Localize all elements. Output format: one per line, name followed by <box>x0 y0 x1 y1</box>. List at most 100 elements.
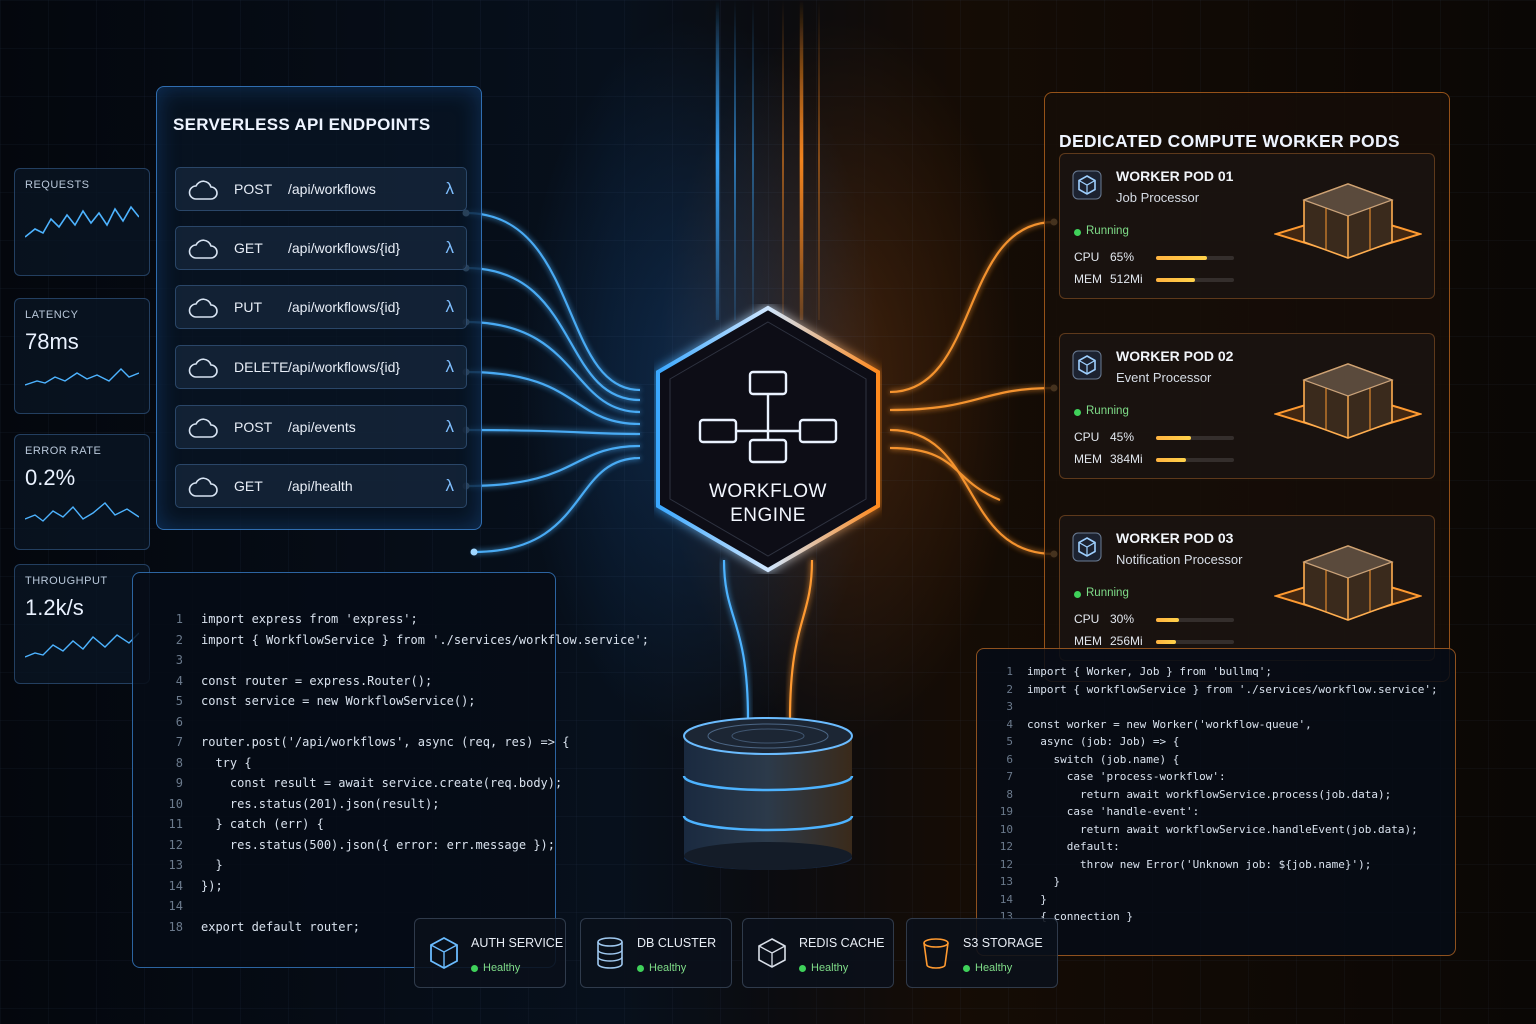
code-line: 4 const router = express.Router(); <box>147 671 547 692</box>
lambda-icon: λ <box>445 357 455 376</box>
worker-pod-card[interactable]: WORKER POD 03 Notification Processor Runni… <box>1059 515 1435 661</box>
mem-value: 384Mi <box>1110 452 1143 466</box>
endpoint-path: /api/workflows <box>288 181 376 197</box>
status-dot <box>1074 591 1081 598</box>
code-line: 2 import { workflowService } from './serv… <box>987 681 1447 699</box>
line-number: 13 <box>168 858 183 872</box>
code-text: async (job: Job) => { <box>1027 735 1180 748</box>
mem-bar-fill <box>1156 640 1176 644</box>
endpoint-row[interactable]: GET/api/workflows/{id} λ <box>175 226 467 270</box>
cpu-value: 45% <box>1110 430 1135 444</box>
code-text: res.status(500).json({ error: err.messag… <box>201 837 556 852</box>
endpoint-path: /api/workflows/{id} <box>288 299 401 315</box>
service-badge[interactable]: REDIS CACHE Healthy <box>742 918 894 988</box>
line-number: 12 <box>168 837 183 852</box>
pod-title: WORKER POD 02 <box>1116 348 1234 364</box>
service-badge[interactable]: DB CLUSTER Healthy <box>580 918 732 988</box>
code-line: 12 default: <box>987 838 1447 856</box>
code-text: import { workflowService } from './servi… <box>1027 682 1438 696</box>
code-text: switch (job.name) { <box>1027 752 1180 766</box>
endpoint-path: /api/events <box>288 419 356 435</box>
status-dot <box>1074 409 1081 416</box>
endpoint-path: /api/workflows/{id} <box>288 359 401 375</box>
code-line: 1 import { Worker, Job } from 'bullmq'; <box>987 663 1447 681</box>
worker-pod-card[interactable]: WORKER POD 02 Event Processor Running CPU 45… <box>1059 333 1435 479</box>
engine-label-line1: WORKFLOW <box>709 481 827 502</box>
endpoint-method: DELETE <box>234 359 289 375</box>
code-text: export default router; <box>201 919 360 934</box>
status-dot <box>637 965 644 972</box>
endpoint-row[interactable]: DELETE/api/workflows/{id} λ <box>175 345 467 389</box>
database-icon <box>595 936 625 970</box>
code-line: 19 case 'handle-event': <box>987 803 1447 821</box>
code-text: }); <box>201 878 223 893</box>
cpu-bar-fill <box>1156 436 1192 440</box>
cpu-bar-fill <box>1156 256 1207 260</box>
mem-value: 512Mi <box>1110 272 1143 286</box>
worker-pods-title: DEDICATED COMPUTE WORKER PODS <box>1059 131 1400 151</box>
pod-title: WORKER POD 03 <box>1116 530 1234 546</box>
workflow-engine-node[interactable] <box>654 304 882 574</box>
service-badge[interactable]: S3 STORAGE Healthy <box>906 918 1058 988</box>
lambda-icon: λ <box>445 179 455 198</box>
line-number: 14 <box>999 892 1013 906</box>
endpoint-row[interactable]: POST/api/events λ <box>175 405 467 449</box>
line-number: 4 <box>175 673 183 688</box>
code-line: 13 } <box>147 855 547 876</box>
metric-latency: LATENCY 78ms <box>14 298 150 414</box>
code-line: 14}); <box>147 876 547 897</box>
code-text: import { Worker, Job } from 'bullmq'; <box>1027 665 1273 678</box>
endpoint-row[interactable]: POST/api/workflows λ <box>175 167 467 211</box>
cpu-bar-fill <box>1156 618 1180 622</box>
code-text: default: <box>1027 840 1120 853</box>
server-cube-icon <box>1272 350 1424 462</box>
code-line: 8 return await workflowService.process(j… <box>987 786 1447 804</box>
line-number: 2 <box>175 632 183 647</box>
line-number: 8 <box>1006 787 1013 801</box>
mem-label: MEM <box>1074 634 1102 648</box>
code-line: 10 return await workflowService.handleEv… <box>987 821 1447 839</box>
code-line: 4 const worker = new Worker('workflow-que… <box>987 716 1447 734</box>
line-number: 11 <box>168 817 183 831</box>
code-line: 13 } <box>987 873 1447 891</box>
line-number: 7 <box>1006 770 1013 783</box>
redis-icon <box>757 936 787 970</box>
lambda-icon: λ <box>445 476 455 495</box>
mem-label: MEM <box>1074 272 1102 286</box>
line-number: 19 <box>999 805 1013 818</box>
serverless-panel: SERVERLESS API ENDPOINTS POST/api/workfl… <box>156 86 482 530</box>
code-line: 11 } catch (err) { <box>147 814 547 835</box>
line-number: 2 <box>1006 682 1013 696</box>
worker-pod-card[interactable]: WORKER POD 01 Job Processor Running CPU 65% M… <box>1059 153 1435 299</box>
metric-throughput: THROUGHPUT 1.2k/s <box>14 564 150 684</box>
pod-icon <box>1072 170 1102 200</box>
service-badge[interactable]: AUTH SERVICE Healthy <box>414 918 566 988</box>
metric-value: 0.2% <box>25 465 76 490</box>
pod-icon <box>1072 350 1102 380</box>
code-text: import { WorkflowService } from './servi… <box>201 632 649 647</box>
status-dot <box>471 965 478 972</box>
pod-title: WORKER POD 01 <box>1116 168 1234 184</box>
endpoint-row[interactable]: PUT/api/workflows/{id} λ <box>175 285 467 329</box>
serverless-title: SERVERLESS API ENDPOINTS <box>173 115 431 134</box>
pod-role: Event Processor <box>1116 370 1212 385</box>
error-rate-sparkline <box>25 502 139 522</box>
server-cube-icon <box>1272 532 1424 644</box>
cpu-label: CPU <box>1074 430 1100 444</box>
line-number: 5 <box>175 694 183 708</box>
endpoint-method: POST <box>234 419 273 435</box>
code-line: 7 case 'process-workflow': <box>987 768 1447 786</box>
service-status: Healthy <box>975 962 1013 974</box>
code-line: 12 throw new Error('Unknown job: ${job.n… <box>987 856 1447 874</box>
line-number: 4 <box>1006 717 1013 731</box>
engine-label-line2: ENGINE <box>730 505 806 526</box>
mem-bar-fill <box>1156 278 1195 282</box>
lambda-icon: λ <box>445 297 455 316</box>
code-line: 14 <box>147 896 547 917</box>
endpoint-row[interactable]: GET/api/health λ <box>175 464 467 508</box>
line-number: 6 <box>1006 752 1013 766</box>
code-line: 8 try { <box>147 753 547 774</box>
status-dot <box>799 965 806 972</box>
metric-error-rate: ERROR RATE 0.2% <box>14 434 150 550</box>
code-text: } <box>201 858 223 872</box>
